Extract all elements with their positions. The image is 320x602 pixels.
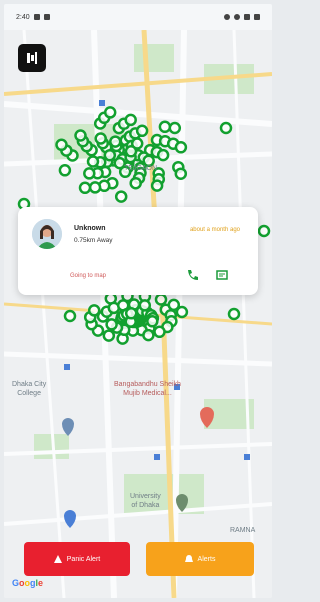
status-bar: 2:40 bbox=[4, 4, 272, 30]
app-screen: 2:40 TEJGAON Dhaka City College Bangaban… bbox=[4, 4, 272, 598]
panic-alert-label: Panic Alert bbox=[66, 555, 101, 563]
user-marker[interactable] bbox=[86, 155, 100, 168]
map-label-college: Dhaka City College bbox=[12, 381, 47, 397]
menu-button[interactable] bbox=[18, 44, 46, 72]
user-marker[interactable] bbox=[124, 113, 137, 127]
user-marker[interactable] bbox=[109, 135, 122, 148]
signal-icon bbox=[244, 14, 250, 20]
phone-icon bbox=[188, 270, 198, 280]
notification-icon bbox=[33, 14, 40, 20]
call-button[interactable] bbox=[184, 267, 200, 283]
map-label-medical: Bangabandhu Sheikh Mujib Medical... bbox=[114, 381, 181, 397]
user-marker[interactable] bbox=[150, 179, 164, 192]
user-marker[interactable] bbox=[55, 138, 68, 152]
alerts-label: Alerts bbox=[197, 555, 216, 563]
user-marker[interactable] bbox=[124, 307, 138, 320]
user-marker[interactable] bbox=[74, 129, 87, 142]
menu-icon bbox=[27, 52, 37, 64]
user-marker[interactable] bbox=[105, 318, 118, 331]
go-to-map-link[interactable]: Going to map bbox=[70, 273, 106, 279]
user-marker[interactable] bbox=[227, 307, 241, 321]
alerts-button[interactable]: Alerts bbox=[146, 542, 254, 576]
last-seen-time: about a month ago bbox=[189, 227, 240, 233]
user-marker[interactable] bbox=[129, 176, 142, 190]
app-icon bbox=[43, 14, 50, 20]
user-marker[interactable] bbox=[83, 167, 96, 180]
user-distance: 0.75km Away bbox=[74, 237, 113, 244]
user-marker[interactable] bbox=[78, 181, 92, 195]
user-marker[interactable] bbox=[88, 181, 102, 194]
user-marker[interactable] bbox=[175, 305, 189, 319]
user-marker[interactable] bbox=[87, 304, 101, 317]
user-marker[interactable] bbox=[135, 124, 149, 138]
wifi-icon bbox=[234, 14, 240, 20]
user-marker[interactable] bbox=[63, 309, 77, 323]
user-marker[interactable] bbox=[103, 148, 117, 162]
user-marker[interactable] bbox=[146, 315, 159, 328]
battery-icon bbox=[254, 14, 260, 20]
user-marker[interactable] bbox=[257, 224, 271, 238]
google-logo: Google bbox=[12, 578, 44, 588]
user-marker[interactable] bbox=[174, 167, 188, 180]
bell-icon bbox=[184, 555, 193, 562]
message-button[interactable] bbox=[214, 267, 230, 283]
user-marker[interactable] bbox=[102, 329, 116, 342]
user-marker[interactable] bbox=[58, 164, 72, 177]
message-icon bbox=[216, 270, 228, 280]
user-name: Unknown bbox=[74, 225, 106, 232]
user-marker[interactable] bbox=[219, 121, 233, 135]
user-marker[interactable] bbox=[94, 132, 107, 145]
user-marker[interactable] bbox=[156, 148, 170, 162]
user-marker[interactable] bbox=[138, 299, 152, 312]
status-time: 2:40 bbox=[16, 13, 30, 21]
user-marker[interactable] bbox=[142, 328, 155, 342]
user-marker[interactable] bbox=[154, 293, 168, 306]
user-marker[interactable] bbox=[174, 141, 188, 154]
map-label-university: University of Dhaka bbox=[130, 493, 161, 509]
user-marker[interactable] bbox=[124, 145, 138, 158]
user-marker[interactable] bbox=[168, 121, 182, 135]
user-marker[interactable] bbox=[158, 120, 172, 134]
user-marker[interactable] bbox=[114, 190, 128, 203]
location-icon bbox=[224, 14, 230, 20]
map-label-area: TEJGAON bbox=[124, 165, 158, 172]
map-label-ramna: RAMNA bbox=[230, 527, 256, 534]
panic-alert-button[interactable]: Panic Alert bbox=[24, 542, 130, 576]
user-info-card[interactable]: Unknown 0.75km Away about a month ago Go… bbox=[18, 207, 258, 295]
user-marker[interactable] bbox=[153, 325, 166, 339]
user-marker[interactable] bbox=[103, 106, 117, 119]
avatar bbox=[32, 219, 62, 249]
alert-triangle-icon bbox=[53, 555, 62, 563]
